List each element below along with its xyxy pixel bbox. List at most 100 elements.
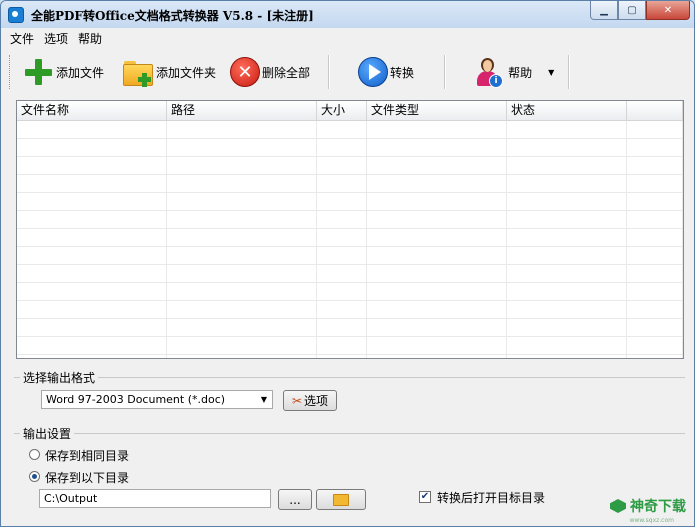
table-cell	[167, 193, 317, 210]
folder-add-icon	[122, 56, 154, 88]
title-bar[interactable]: 全能PDF转Office文档格式转换器 V5.8 - [未注册] ▁ ▢ ✕	[1, 1, 694, 28]
table-cell	[367, 283, 507, 300]
menu-options[interactable]: 选项	[39, 29, 73, 47]
table-cell	[317, 337, 367, 354]
menu-file[interactable]: 文件	[5, 29, 39, 47]
table-row[interactable]	[17, 283, 683, 301]
radio-same-directory-label[interactable]: 保存到相同目录	[45, 447, 129, 464]
play-icon	[358, 57, 389, 87]
table-cell	[507, 175, 627, 192]
table-row[interactable]	[17, 157, 683, 175]
format-options-button[interactable]: ✂ 选项	[283, 390, 337, 411]
table-row[interactable]	[17, 193, 683, 211]
watermark: 神奇下载	[610, 496, 686, 516]
column-header-name[interactable]: 文件名称	[17, 101, 167, 120]
format-options-label: 选项	[304, 394, 329, 408]
table-cell	[507, 319, 627, 336]
table-cell	[507, 265, 627, 282]
help-button[interactable]: i 帮助 ▼	[470, 54, 558, 90]
radio-custom-directory[interactable]	[29, 471, 40, 482]
table-cell	[507, 157, 627, 174]
add-folder-button[interactable]: 添加文件夹	[118, 54, 220, 90]
tools-icon: ✂	[291, 393, 303, 408]
open-folder-button[interactable]	[316, 489, 366, 510]
file-list-table[interactable]: 文件名称 路径 大小 文件类型 状态	[16, 100, 684, 359]
table-cell	[317, 211, 367, 228]
table-body	[17, 121, 683, 358]
column-header-extra[interactable]	[627, 101, 683, 120]
table-row[interactable]	[17, 301, 683, 319]
table-cell	[627, 229, 683, 246]
window-controls: ▁ ▢ ✕	[590, 1, 690, 20]
table-row[interactable]	[17, 211, 683, 229]
table-cell	[167, 175, 317, 192]
table-cell	[627, 265, 683, 282]
output-format-label: 选择输出格式	[20, 369, 99, 386]
table-cell	[317, 193, 367, 210]
table-cell	[367, 265, 507, 282]
column-header-path[interactable]: 路径	[167, 101, 317, 120]
table-row[interactable]	[17, 265, 683, 283]
table-cell	[317, 121, 367, 138]
table-cell	[17, 301, 167, 318]
table-cell	[17, 355, 167, 358]
column-header-size[interactable]: 大小	[317, 101, 367, 120]
maximize-button[interactable]: ▢	[618, 1, 646, 20]
delete-all-button[interactable]: ✕ 删除全部	[226, 54, 314, 90]
table-cell	[627, 139, 683, 156]
open-after-convert-label[interactable]: 转换后打开目标目录	[437, 489, 545, 506]
table-cell	[317, 301, 367, 318]
table-row[interactable]	[17, 247, 683, 265]
table-row[interactable]	[17, 229, 683, 247]
table-cell	[17, 229, 167, 246]
help-label: 帮助	[508, 65, 533, 80]
table-cell	[317, 157, 367, 174]
radio-custom-directory-label[interactable]: 保存到以下目录	[45, 469, 129, 486]
table-cell	[317, 139, 367, 156]
chevron-down-icon[interactable]: ▼	[548, 68, 554, 77]
delete-icon: ✕	[230, 57, 261, 87]
toolbar: 添加文件 添加文件夹 ✕ 删除全部 转换 i 帮助 ▼	[9, 51, 686, 93]
output-format-select[interactable]: Word 97-2003 Document (*.doc) ▼	[41, 390, 273, 409]
table-cell	[507, 283, 627, 300]
table-row[interactable]	[17, 139, 683, 157]
table-cell	[367, 247, 507, 264]
chevron-down-icon[interactable]: ▼	[256, 391, 272, 408]
table-row[interactable]	[17, 355, 683, 358]
close-button[interactable]: ✕	[646, 1, 690, 20]
table-row[interactable]	[17, 319, 683, 337]
menu-help[interactable]: 帮助	[73, 29, 107, 47]
table-cell	[507, 121, 627, 138]
app-icon	[8, 7, 24, 23]
table-row[interactable]	[17, 121, 683, 139]
browse-button[interactable]: ...	[278, 489, 312, 510]
table-cell	[507, 193, 627, 210]
table-cell	[17, 139, 167, 156]
output-path-input[interactable]: C:\Output	[39, 489, 271, 508]
watermark-url: www.sqxz.com	[629, 517, 674, 524]
table-cell	[167, 301, 317, 318]
toolbar-grip[interactable]	[9, 55, 12, 89]
minimize-button[interactable]: ▁	[590, 1, 618, 20]
output-path-value: C:\Output	[44, 492, 98, 505]
table-row[interactable]	[17, 337, 683, 355]
table-cell	[627, 157, 683, 174]
table-cell	[627, 247, 683, 264]
table-cell	[367, 139, 507, 156]
table-cell	[167, 247, 317, 264]
plus-icon	[22, 56, 54, 88]
add-file-button[interactable]: 添加文件	[18, 54, 108, 90]
table-row[interactable]	[17, 175, 683, 193]
open-after-convert-checkbox[interactable]: ✔	[419, 491, 431, 503]
table-cell	[367, 193, 507, 210]
table-cell	[367, 319, 507, 336]
folder-icon	[333, 493, 349, 506]
toolbar-separator	[568, 55, 571, 89]
table-cell	[317, 283, 367, 300]
radio-same-directory[interactable]	[29, 449, 40, 460]
column-header-type[interactable]: 文件类型	[367, 101, 507, 120]
table-cell	[317, 175, 367, 192]
convert-button[interactable]: 转换	[354, 54, 418, 90]
app-window: 全能PDF转Office文档格式转换器 V5.8 - [未注册] ▁ ▢ ✕ 文…	[0, 0, 695, 527]
column-header-status[interactable]: 状态	[507, 101, 627, 120]
